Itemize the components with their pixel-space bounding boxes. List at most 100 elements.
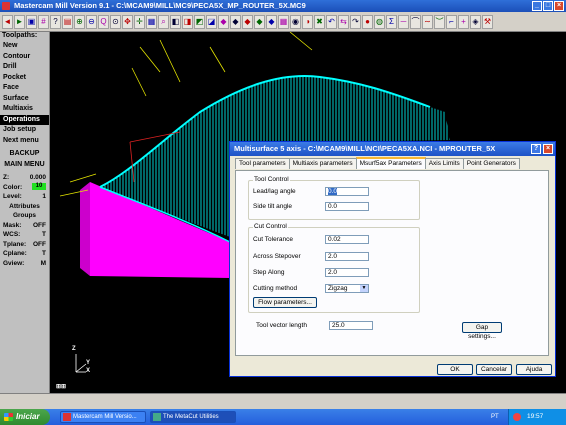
status-attributes[interactable]: Attributes [0,202,49,212]
menu-item-contour[interactable]: Contour [0,52,49,63]
maximize-button[interactable]: □ [543,1,553,11]
pan-icon[interactable]: ✥ [122,14,133,29]
screen-icon[interactable]: ▣ [26,14,37,29]
chamfer-icon[interactable]: ⌐ [446,14,457,29]
tool-icon[interactable]: ⚒ [482,14,493,29]
help-button[interactable]: Ajuda [516,364,552,375]
redo-icon[interactable]: ↷ [350,14,361,29]
dialog-help-button[interactable]: ? [531,144,541,154]
status-key: Z: [3,174,10,181]
color-icon[interactable]: ◉ [290,14,301,29]
cube-icon[interactable]: ◆ [230,14,241,29]
tab-tool-parameters[interactable]: Tool parameters [235,158,290,169]
menu-item-next-menu[interactable]: Next menu [0,136,49,147]
tool-vector-line [139,46,161,73]
across-stepover-input[interactable]: 2.0 [325,252,369,261]
tag-icon[interactable]: ◈ [470,14,481,29]
ok-button[interactable]: OK [437,364,473,375]
tab-axis-limits[interactable]: Axis Limits [424,158,464,169]
cube-icon[interactable]: ◆ [218,14,229,29]
status-tplane[interactable]: Tplane: OFF [0,240,49,250]
task-metacut[interactable]: The MetaCut Utilities [150,411,236,423]
dialog-close-button[interactable]: × [543,144,553,154]
backup-button[interactable]: BACKUP [0,149,49,160]
hash-icon[interactable]: # [38,14,49,29]
side-tilt-input[interactable]: 0.0 [325,202,369,211]
tool-vector-length-input[interactable]: 25.0 [329,321,373,330]
menu-item-surface[interactable]: Surface [0,94,49,105]
menu-item-operations[interactable]: Operations [0,114,49,125]
zoom-out-icon[interactable]: ⊖ [86,14,97,29]
y-axis-line [75,363,87,373]
select-icon[interactable]: ⌕ [158,14,169,29]
tool-control-group: Tool Control [248,176,420,220]
main-menu-button[interactable]: MAIN MENU [0,160,49,171]
status-level[interactable]: Level: 1 [0,192,49,202]
spline-icon[interactable]: ∼ [422,14,433,29]
wireframe-icon[interactable]: ◍ [374,14,385,29]
question-icon[interactable]: ? [50,14,61,29]
gap-settings-button[interactable]: Gap settings... [462,322,502,340]
zoom-in-icon[interactable]: ⊕ [74,14,85,29]
tab-msurf5ax-parameters[interactable]: Msurf5ax Parameters [355,157,426,169]
view-top-icon[interactable]: ◧ [170,14,181,29]
status-z[interactable]: Z: 0.000 [0,173,49,183]
task-label: Mastercam Mill Versio... [73,414,137,420]
menu-item-new[interactable]: New [0,41,49,52]
cutting-method-select[interactable]: Zigzag ▼ [325,284,369,293]
lead-lag-input[interactable]: 0.0 [325,187,369,196]
dialog-title: Multisurface 5 axis - C:\MCAM9\MILL\NCI\… [234,144,496,153]
curve-icon[interactable]: ︶ [434,14,445,29]
view-front-icon[interactable]: ◨ [182,14,193,29]
step-along-input[interactable]: 2.0 [325,268,369,277]
status-value: M [40,259,46,267]
minimize-button[interactable]: _ [532,1,542,11]
box-icon[interactable]: ▤ [62,14,73,29]
tray-icon[interactable] [513,413,521,421]
line-icon[interactable]: ─ [398,14,409,29]
tab-point-generators[interactable]: Point Generators [462,158,520,169]
undo-icon[interactable]: ↶ [326,14,337,29]
task-mastercam[interactable]: Mastercam Mill Versio... [60,411,146,423]
multisurface-5axis-dialog: Multisurface 5 axis - C:\MCAM9\MILL\NCI\… [229,141,556,377]
plus-icon[interactable]: + [458,14,469,29]
menu-item-drill[interactable]: Drill [0,62,49,73]
grid-icon[interactable]: ▦ [278,14,289,29]
status-wcs[interactable]: WCS: T [0,230,49,240]
status-groups[interactable]: Groups [0,211,49,221]
sigma-icon[interactable]: Σ [386,14,397,29]
move-icon[interactable]: ✛ [134,14,145,29]
view-side-icon[interactable]: ◩ [194,14,205,29]
cube-icon[interactable]: ◆ [242,14,253,29]
cancel-button[interactable]: Cancelar [476,364,512,375]
shade-icon[interactable]: ◑ [302,14,313,29]
menu-item-pocket[interactable]: Pocket [0,73,49,84]
status-gview[interactable]: Gview: M [0,259,49,269]
cut-tolerance-input[interactable]: 0.02 [325,235,369,244]
cube-icon[interactable]: ◆ [254,14,265,29]
menu-item-face[interactable]: Face [0,83,49,94]
y-axis-label: Y [86,360,91,366]
language-indicator[interactable]: PT [491,409,499,425]
menu-item-multiaxis[interactable]: Multiaxis [0,104,49,115]
arrow-right-icon[interactable]: ► [14,14,25,29]
view-iso-icon[interactable]: ◪ [206,14,217,29]
start-button[interactable]: Iniciar [0,409,50,425]
status-mask[interactable]: Mask: OFF [0,221,49,231]
tab-multiaxis-parameters[interactable]: Multiaxis parameters [288,158,357,169]
zoom-icon[interactable]: Q [98,14,109,29]
sphere-icon[interactable]: ● [362,14,373,29]
swap-icon[interactable]: ⇆ [338,14,349,29]
sheet-icon[interactable]: ▦ [146,14,157,29]
status-cplane[interactable]: Cplane: T [0,249,49,259]
status-color[interactable]: Color: 10 [0,182,49,193]
zoom-fit-icon[interactable]: ⊙ [110,14,121,29]
arc-icon[interactable]: ⌒ [410,14,421,29]
cube-icon[interactable]: ◆ [266,14,277,29]
delete-icon[interactable]: ✖ [314,14,325,29]
menu-item-job-setup[interactable]: Job setup [0,125,49,136]
arrow-left-icon[interactable]: ◄ [2,14,13,29]
status-key: Level: [3,193,22,200]
close-button[interactable]: × [554,1,564,11]
flow-parameters-button[interactable]: Flow parameters... [253,297,317,308]
